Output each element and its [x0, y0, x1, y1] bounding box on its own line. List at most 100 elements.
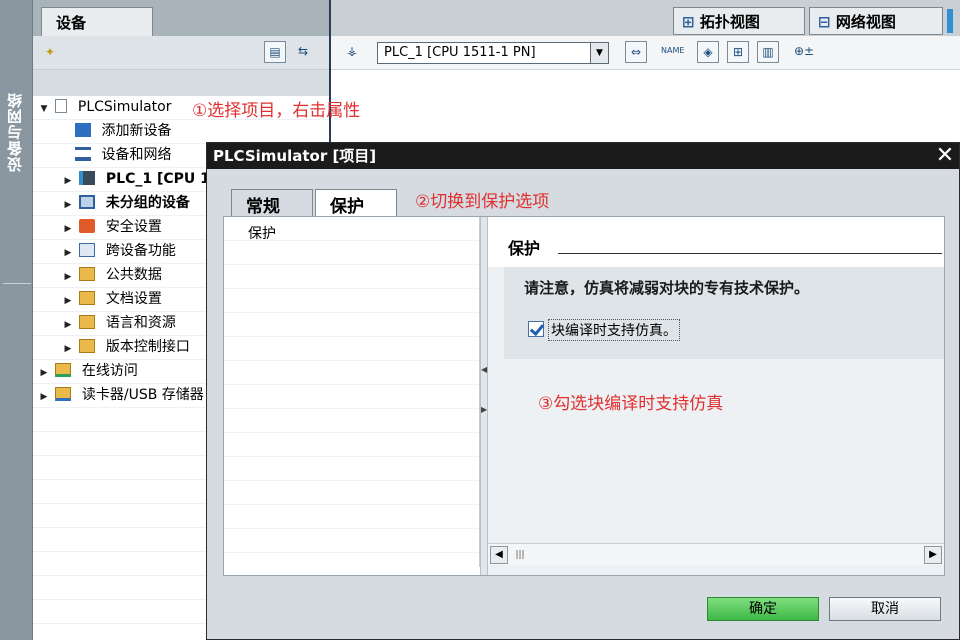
- tree-item-label: 公共数据: [105, 267, 162, 283]
- dialog-content: 保护 ◀ ▶ 保护 请注意，仿真将减弱对块的专有技术保护。 块编译时支持仿真。 …: [223, 216, 945, 576]
- tree-item-doc-settings[interactable]: ▶ 文档设置: [61, 287, 162, 311]
- tree-tab-bar: 设备: [33, 0, 329, 37]
- horizontal-scrollbar[interactable]: ◀ ||| ▶: [488, 543, 944, 565]
- ungrouped-devices-icon: [79, 195, 96, 209]
- close-icon[interactable]: ✕: [933, 144, 957, 168]
- tab-general[interactable]: 常规: [231, 189, 313, 217]
- tree-header-strip: [33, 70, 329, 96]
- expand-arrow-icon[interactable]: ▶: [61, 193, 75, 217]
- simulation-support-label[interactable]: 块编译时支持仿真。: [548, 319, 680, 341]
- protection-note: 请注意，仿真将减弱对块的专有技术保护。: [524, 279, 810, 297]
- simulation-support-checkbox[interactable]: [528, 321, 544, 337]
- zoom-icon[interactable]: ⊕±: [793, 41, 815, 63]
- section-divider: [558, 253, 942, 254]
- tab-network-view[interactable]: ⊟ 网络视图: [809, 7, 943, 35]
- plc-select-value: PLC_1 [CPU 1511-1 PN]: [384, 45, 536, 60]
- grid-icon[interactable]: ▥: [757, 41, 779, 63]
- tree-item-label: 添加新设备: [101, 123, 172, 139]
- annotation-step2: ②切换到保护选项: [415, 192, 550, 212]
- expand-arrow-icon[interactable]: ▶: [37, 385, 51, 409]
- card-reader-icon: [55, 387, 72, 401]
- tree-item-label: 安全设置: [105, 219, 162, 235]
- show-io-icon[interactable]: ◈: [697, 41, 719, 63]
- tree-item-label: 在线访问: [81, 363, 138, 379]
- scroll-thumb[interactable]: |||: [512, 547, 528, 563]
- portal-sidebar[interactable]: 设备与网络: [0, 0, 33, 640]
- dialog-title: PLCSimulator [项目]: [213, 147, 377, 165]
- new-project-icon[interactable]: ✦: [39, 42, 61, 64]
- tree-item-label: 设备和网络: [101, 147, 172, 163]
- tree-item-label: 未分组的设备: [105, 195, 190, 211]
- chevron-right-icon[interactable]: ▶: [481, 405, 487, 414]
- section-title: 保护: [508, 239, 541, 258]
- network-view-icon: ⊟: [818, 13, 831, 31]
- tree-item-card-reader[interactable]: ▶ 读卡器/USB 存储器: [37, 383, 204, 407]
- rename-icon[interactable]: NAME: [661, 41, 684, 63]
- cancel-button[interactable]: 取消: [829, 597, 941, 621]
- tab-devices[interactable]: 设备: [41, 7, 153, 37]
- chevron-down-icon[interactable]: ▼: [590, 43, 608, 63]
- tree-item-cross-device[interactable]: ▶ 跨设备功能: [61, 239, 176, 263]
- tree-item-plc[interactable]: ▶ PLC_1 [CPU 15: [61, 167, 220, 191]
- project-properties-dialog: PLCSimulator [项目] ✕ 常规 保护 ②切换到保护选项 保护 ◀ …: [206, 142, 960, 640]
- annotation-step3: ③勾选块编译时支持仿真: [538, 394, 724, 414]
- tree-item-add-device[interactable]: 添加新设备: [75, 119, 171, 143]
- collapse-arrow-icon[interactable]: ▼: [37, 97, 51, 121]
- tree-item-label: 读卡器/USB 存储器: [81, 387, 204, 403]
- tree-item-ungrouped[interactable]: ▶ 未分组的设备: [61, 191, 190, 215]
- expand-arrow-icon[interactable]: ▶: [61, 169, 75, 193]
- editor-toolbar: ⚶ PLC_1 [CPU 1511-1 PN] ▼ ⇔ NAME ◈ ⊞ ▥ ⊕…: [331, 36, 960, 70]
- ok-button[interactable]: 确定: [707, 597, 819, 621]
- tree-item-devices-networks[interactable]: 设备和网络: [75, 143, 171, 167]
- tree-item-languages[interactable]: ▶ 语言和资源: [61, 311, 176, 335]
- plc-device-select[interactable]: PLC_1 [CPU 1511-1 PN] ▼: [377, 42, 609, 64]
- tree-item-project[interactable]: ▼ PLCSimulator: [37, 95, 172, 119]
- tree-item-security[interactable]: ▶ 安全设置: [61, 215, 162, 239]
- tree-item-online-access[interactable]: ▶ 在线访问: [37, 359, 138, 383]
- network-config-icon[interactable]: ⚶: [341, 41, 363, 63]
- table-icon[interactable]: ⊞: [727, 41, 749, 63]
- folder-icon: [79, 291, 96, 305]
- project-icon: [55, 99, 68, 113]
- protection-options: 请注意，仿真将减弱对块的专有技术保护。 块编译时支持仿真。: [504, 267, 944, 359]
- expand-arrow-icon[interactable]: ▶: [61, 337, 75, 361]
- connections-icon[interactable]: ⇔: [625, 41, 647, 63]
- scroll-left-icon[interactable]: ◀: [490, 546, 508, 564]
- scroll-right-icon[interactable]: ▶: [924, 546, 942, 564]
- sidebar-divider: [3, 283, 31, 284]
- tree-item-label: 版本控制接口: [105, 339, 190, 355]
- nav-item-protection[interactable]: 保护: [248, 223, 276, 243]
- protection-settings: 保护 请注意，仿真将减弱对块的专有技术保护。 块编译时支持仿真。 ③勾选块编译时…: [488, 217, 944, 575]
- add-device-icon: [75, 123, 91, 137]
- expand-arrow-icon[interactable]: ▶: [61, 289, 75, 313]
- details-view-icon[interactable]: ▤: [264, 41, 286, 63]
- chevron-left-icon[interactable]: ◀: [481, 365, 487, 374]
- devices-networks-label[interactable]: 设备与网络: [4, 92, 28, 172]
- tree-item-label: PLCSimulator: [77, 99, 172, 115]
- tree-item-label: 文档设置: [105, 291, 162, 307]
- expand-arrow-icon[interactable]: ▶: [61, 217, 75, 241]
- globe-folder-icon: [79, 315, 96, 329]
- expand-arrow-icon[interactable]: ▶: [61, 313, 75, 337]
- tree-item-label: 跨设备功能: [105, 243, 176, 259]
- tree-item-common-data[interactable]: ▶ 公共数据: [61, 263, 162, 287]
- tab-protection[interactable]: 保护: [315, 189, 397, 217]
- tree-item-label: PLC_1 [CPU 15: [105, 171, 220, 187]
- panel-splitter[interactable]: ◀ ▶: [480, 217, 488, 575]
- overview-icon[interactable]: ⇆: [292, 41, 314, 63]
- expand-arrow-icon[interactable]: ▶: [61, 265, 75, 289]
- annotation-step1: ①选择项目，右击属性: [192, 101, 361, 121]
- topology-icon: ⊞: [682, 13, 695, 31]
- device-view-tab-edge[interactable]: [947, 9, 953, 33]
- expand-arrow-icon[interactable]: ▶: [37, 361, 51, 385]
- tree-item-version-control[interactable]: ▶ 版本控制接口: [61, 335, 190, 359]
- expand-arrow-icon[interactable]: ▶: [61, 241, 75, 265]
- property-nav-list: 保护: [224, 217, 480, 567]
- cross-device-icon: [79, 243, 96, 257]
- folder-icon: [79, 267, 96, 281]
- tab-label: 网络视图: [835, 13, 896, 31]
- online-access-icon: [55, 363, 72, 377]
- tree-item-label: 语言和资源: [105, 315, 176, 331]
- tab-topology-view[interactable]: ⊞ 拓扑视图: [673, 7, 805, 35]
- tree-toolbar: ✦ ▤ ⇆: [33, 36, 329, 70]
